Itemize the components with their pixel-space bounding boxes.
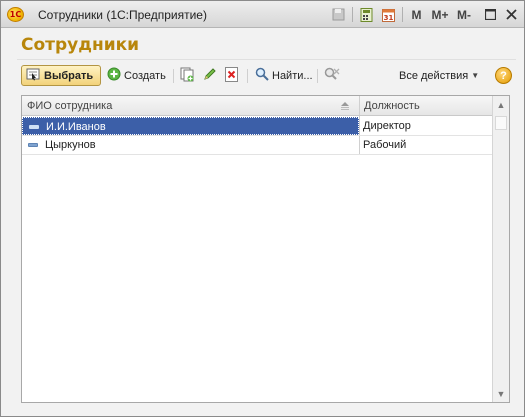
employee-position[interactable]: Рабочий [363, 136, 491, 154]
app-window: 1С Сотрудники (1С:Предприятие) 31 M M+ M… [0, 0, 525, 417]
chevron-down-icon: ▼ [471, 71, 480, 80]
calendar-icon[interactable]: 31 [379, 5, 398, 24]
employee-position[interactable]: Директор [363, 117, 491, 135]
select-button-label: Выбрать [44, 69, 94, 82]
employee-name-cell[interactable]: Цыркунов [22, 136, 359, 154]
column-header-name[interactable]: ФИО сотрудника [22, 96, 359, 116]
maximize-icon[interactable] [481, 5, 500, 24]
edit-button[interactable] [203, 66, 217, 85]
select-button[interactable]: Выбрать [21, 65, 101, 86]
catalog-item-icon [28, 143, 38, 147]
column-header-position[interactable]: Должность [359, 96, 493, 116]
all-actions-menu[interactable]: Все действия ▼ [399, 66, 479, 85]
form-title: Сотрудники [21, 35, 140, 55]
1c-logo-icon[interactable]: 1С [7, 7, 24, 22]
employee-name: Цыркунов [45, 139, 96, 151]
svg-text:31: 31 [384, 14, 394, 22]
memory-plus-button[interactable]: M+ [429, 5, 451, 24]
save-icon[interactable] [329, 5, 348, 24]
scroll-thumb[interactable] [495, 116, 507, 130]
search-icon [255, 67, 269, 84]
help-icon[interactable]: ? [495, 67, 512, 84]
select-icon [26, 67, 40, 84]
create-button[interactable]: Создать [107, 66, 166, 85]
pencil-icon [203, 67, 217, 84]
title-bar: 1С Сотрудники (1С:Предприятие) 31 M M+ M… [1, 1, 524, 28]
employees-table[interactable]: ФИО сотрудника Должность И.И.Иванов Дире… [21, 95, 510, 403]
memory-minus-button[interactable]: M- [453, 5, 475, 24]
copy-icon [180, 67, 194, 85]
vertical-scrollbar[interactable]: ▲ ▼ [492, 96, 509, 402]
header-divider [17, 59, 516, 60]
scroll-up-icon[interactable]: ▲ [493, 96, 509, 113]
table-row[interactable]: Цыркунов Рабочий [22, 136, 493, 155]
window-title: Сотрудники (1С:Предприятие) [38, 8, 207, 22]
find-button-label: Найти... [272, 69, 313, 82]
sort-icon[interactable] [340, 101, 350, 114]
command-bar: Выбрать Создать Найти... Все действия ▼ … [19, 63, 514, 89]
copy-button[interactable] [180, 66, 194, 85]
add-icon [107, 67, 121, 84]
catalog-item-icon [29, 125, 39, 129]
table-header: ФИО сотрудника Должность [22, 96, 493, 116]
cancel-search-button[interactable] [324, 66, 340, 85]
cancel-search-icon [324, 67, 340, 84]
all-actions-label: Все действия [399, 69, 469, 82]
table-row[interactable]: И.И.Иванов Директор [22, 117, 493, 136]
memory-m-button[interactable]: M [407, 5, 426, 24]
find-button[interactable]: Найти... [255, 66, 313, 85]
delete-button[interactable] [225, 66, 238, 85]
employee-name: И.И.Иванов [46, 121, 106, 133]
create-button-label: Создать [124, 69, 166, 82]
employee-name-cell[interactable]: И.И.Иванов [22, 117, 359, 135]
calculator-icon[interactable] [357, 5, 376, 24]
delete-mark-icon [225, 66, 238, 85]
scroll-down-icon[interactable]: ▼ [493, 385, 509, 402]
close-icon[interactable] [502, 5, 521, 24]
